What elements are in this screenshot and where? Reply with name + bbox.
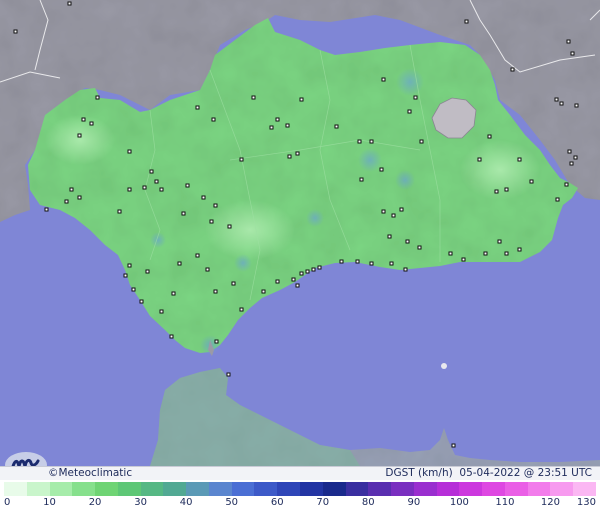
scale-swatch <box>163 482 187 496</box>
scale-swatch <box>550 482 574 496</box>
scale-swatch <box>322 482 347 496</box>
gust-spot <box>396 68 424 96</box>
gust-zone-east <box>460 140 540 200</box>
scale-swatch <box>72 482 96 496</box>
map-timestamp: 05-04-2022 @ 23:51 UTC <box>459 467 592 479</box>
scale-swatch <box>504 482 529 496</box>
scale-tick-label: 30 <box>134 497 147 508</box>
brand: ©Meteoclimatic <box>48 467 132 480</box>
scale-tick-label: 40 <box>179 497 193 508</box>
scale-tick-label: 100 <box>449 497 469 508</box>
color-scale-ticks: 0 10 20 30 40 50 60 70 80 90 100 110 120 130 <box>0 497 600 511</box>
scale-tick-label: 60 <box>270 497 284 508</box>
scale-swatch <box>391 482 415 496</box>
scale-tick-label: 10 <box>43 497 56 508</box>
scale-swatch <box>459 482 483 496</box>
gust-zone-centre <box>205 200 295 260</box>
scale-swatch <box>117 482 142 496</box>
scale-tick-label: 120 <box>540 497 560 508</box>
scale-swatch <box>413 482 438 496</box>
copyright-symbol: © <box>48 467 59 479</box>
scale-swatch <box>345 482 369 496</box>
gust-spot <box>306 209 324 227</box>
gust-zone-west <box>45 115 115 165</box>
scale-tick-label: 50 <box>225 497 239 508</box>
scale-tick-label: 70 <box>316 497 330 508</box>
gust-spot <box>234 254 252 272</box>
scale-swatch <box>254 482 278 496</box>
scale-swatch <box>26 482 51 496</box>
scale-swatch <box>208 482 233 496</box>
scale-swatch <box>140 482 164 496</box>
scale-swatch <box>368 482 392 496</box>
scale-swatch <box>300 482 324 496</box>
brand-name: Meteoclimatic <box>58 467 133 479</box>
scale-tick-label: 130 <box>576 497 596 508</box>
map-variable: DGST (km/h) <box>385 467 453 479</box>
scale-swatch <box>482 482 506 496</box>
scale-swatch <box>49 482 73 496</box>
map-info: DGST (km/h) 05-04-2022 @ 23:51 UTC <box>385 467 592 480</box>
scale-swatch <box>231 482 255 496</box>
scale-tick-label: 20 <box>88 497 102 508</box>
color-scale <box>4 482 597 496</box>
alboran-island <box>441 363 447 369</box>
scale-tick-label: 110 <box>495 497 515 508</box>
scale-tick-label: 90 <box>407 497 421 508</box>
scale-swatch <box>4 482 28 496</box>
scale-swatch <box>527 482 551 496</box>
scale-tick-label: 80 <box>361 497 375 508</box>
scale-swatch <box>277 482 301 496</box>
scale-swatch <box>436 482 460 496</box>
scale-tick-label: 0 <box>4 497 11 508</box>
gust-spot <box>395 170 415 190</box>
scale-swatch <box>573 482 597 496</box>
gust-spot <box>358 148 382 172</box>
info-bar: ©Meteoclimatic DGST (km/h) 05-04-2022 @ … <box>0 466 600 480</box>
scale-swatch <box>186 482 210 496</box>
wind-gust-map <box>0 0 600 517</box>
gust-spot <box>150 232 166 248</box>
scale-swatch <box>95 482 119 496</box>
